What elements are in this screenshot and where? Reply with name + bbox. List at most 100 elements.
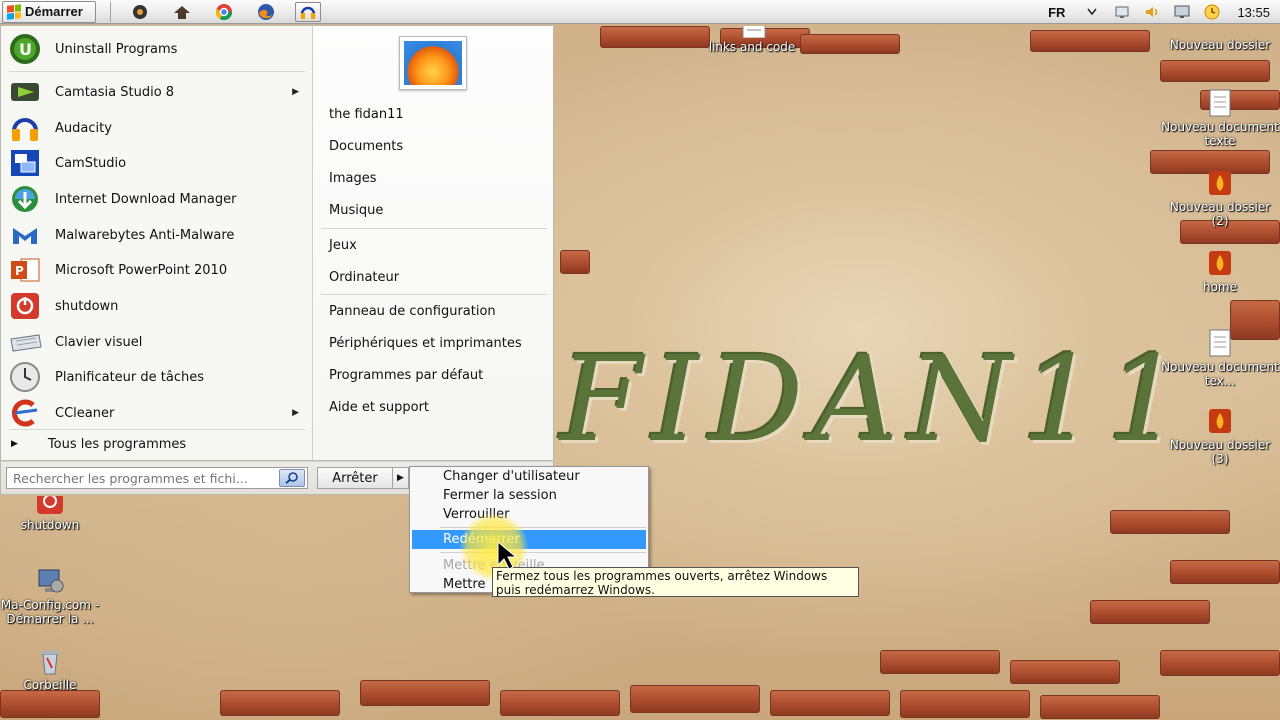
program-shutdown[interactable]: shutdown: [5, 289, 307, 323]
program-label: CamStudio: [55, 155, 127, 171]
keyboard-icon: [5, 325, 45, 359]
program-ccleaner[interactable]: CCleaner ▶: [5, 396, 307, 430]
desktop-icon-nouveau-dossier[interactable]: Nouveau dossier: [1160, 26, 1280, 52]
menu-item-verrouiller[interactable]: Verrouiller: [412, 505, 646, 524]
desktop-icon-label: Nouveau dossier: [1169, 38, 1271, 52]
program-label: shutdown: [55, 298, 119, 314]
menu-divider: [9, 429, 305, 430]
start-menu: U Uninstall Programs Camtasia Studio 8 ▶…: [0, 25, 554, 495]
tooltip: Fermez tous les programmes ouverts, arrê…: [492, 567, 859, 597]
desktop-icon-nouveau-dossier-2[interactable]: Nouveau dossier (2): [1160, 168, 1280, 228]
network-icon[interactable]: [1113, 4, 1131, 20]
desktop-icon-label: Nouveau dossier (3): [1169, 438, 1271, 466]
program-camstudio[interactable]: CamStudio: [5, 146, 307, 180]
link-musique[interactable]: Musique: [329, 203, 383, 218]
link-images[interactable]: Images: [329, 171, 377, 186]
program-idm[interactable]: Internet Download Manager: [5, 182, 307, 216]
flower-image: [404, 41, 462, 85]
program-label: CCleaner: [55, 405, 115, 421]
clock-tray-icon[interactable]: [1203, 4, 1221, 20]
desktop-icon-nouveau-document-texte[interactable]: Nouveau document texte: [1160, 88, 1280, 148]
program-label: Camtasia Studio 8: [55, 84, 175, 100]
link-ordinateur[interactable]: Ordinateur: [329, 270, 399, 285]
audacity-taskbar-button[interactable]: [294, 1, 321, 22]
desktop-icon-label: shutdown: [20, 518, 80, 532]
link-jeux[interactable]: Jeux: [329, 238, 357, 253]
shutdown-options-arrow-icon[interactable]: ▶: [393, 467, 409, 489]
program-planificateur[interactable]: Planificateur de tâches: [5, 360, 307, 394]
chevron-down-icon[interactable]: [1083, 4, 1101, 20]
program-camtasia[interactable]: Camtasia Studio 8 ▶: [5, 75, 307, 109]
menu-divider: [321, 228, 547, 229]
program-label: Internet Download Manager: [55, 191, 237, 207]
power-icon: [33, 496, 67, 516]
program-malwarebytes[interactable]: Malwarebytes Anti-Malware: [5, 218, 307, 252]
monitor-icon[interactable]: [1173, 4, 1191, 20]
menu-divider: [321, 294, 547, 295]
shutdown-button[interactable]: Arrêter: [317, 467, 393, 489]
link-peripheriques[interactable]: Périphériques et imprimantes: [329, 336, 522, 351]
menu-item-changer-utilisateur[interactable]: Changer d'utilisateur: [412, 467, 646, 486]
camtasia-icon: [5, 75, 45, 109]
wallpaper-title: FIDAN11: [560, 330, 1192, 468]
search-icon[interactable]: [279, 469, 305, 487]
program-clavier-visuel[interactable]: Clavier visuel: [5, 325, 307, 359]
malwarebytes-icon: [5, 218, 45, 252]
start-button[interactable]: Démarrer: [2, 0, 96, 23]
flame-folder-icon: [1203, 248, 1237, 278]
program-audacity[interactable]: Audacity: [5, 111, 307, 145]
program-label: Planificateur de tâches: [55, 369, 204, 385]
tooltip-line: Fermez tous les programmes ouverts, arrê…: [496, 569, 828, 583]
folder-icon: [1203, 26, 1237, 36]
document-icon: [735, 26, 769, 38]
volume-icon[interactable]: [1143, 4, 1161, 20]
camstudio-icon: [5, 146, 45, 180]
language-indicator[interactable]: FR: [1048, 5, 1065, 20]
desktop-icon-nouveau-document-texte-2[interactable]: Nouveau document tex...: [1160, 328, 1280, 388]
link-aide-support[interactable]: Aide et support: [329, 400, 429, 415]
all-programs-button[interactable]: ▶ Tous les programmes: [5, 431, 307, 457]
desktop-icon-label: Nouveau document texte: [1161, 120, 1279, 148]
submenu-arrow-icon: ▶: [292, 408, 299, 418]
search-box[interactable]: [6, 467, 308, 489]
user-picture[interactable]: [399, 36, 467, 90]
audacity-icon: [300, 6, 316, 19]
tooltip-line: puis redémarrez Windows.: [496, 583, 655, 597]
menu-item-fermer-session[interactable]: Fermer la session: [412, 486, 646, 505]
search-input[interactable]: [13, 470, 273, 486]
powerpoint-icon: P: [5, 253, 45, 287]
media-icon[interactable]: [127, 2, 153, 22]
desktop-icon-ma-config[interactable]: Ma-Config.com - Démarrer la ...: [0, 566, 110, 626]
audacity-icon: [5, 111, 45, 145]
explorer-icon[interactable]: [169, 2, 195, 22]
start-label: Démarrer: [25, 4, 83, 19]
program-powerpoint[interactable]: P Microsoft PowerPoint 2010: [5, 253, 307, 287]
svg-text:P: P: [15, 264, 24, 278]
link-panneau-configuration[interactable]: Panneau de configuration: [329, 304, 496, 319]
desktop-icon-corbeille[interactable]: Corbeille: [0, 646, 110, 692]
link-programmes-defaut[interactable]: Programmes par défaut: [329, 368, 483, 383]
flame-folder-icon: [1203, 168, 1237, 198]
svg-text:U: U: [19, 40, 32, 59]
link-user-folder[interactable]: the fidan11: [329, 107, 404, 122]
uninstall-icon: U: [5, 32, 45, 66]
menu-item-redemarrer[interactable]: Redémarrer: [412, 530, 646, 549]
firefox-icon[interactable]: [253, 2, 279, 22]
program-uninstall-programs[interactable]: U Uninstall Programs: [5, 32, 307, 66]
desktop-icon-label: Corbeille: [23, 678, 77, 692]
desktop-icon-label: home: [1202, 280, 1238, 294]
desktop-icon-links-and-code[interactable]: links and code: [692, 26, 812, 54]
desktop-icon-label: links and code: [708, 40, 796, 54]
desktop-icon-label: Ma-Config.com - Démarrer la ...: [0, 598, 100, 626]
computer-config-icon: [33, 566, 67, 596]
taskbar-separator: [109, 1, 111, 22]
desktop-icon-shutdown[interactable]: shutdown: [0, 496, 110, 532]
ccleaner-icon: [5, 396, 45, 430]
clock[interactable]: 13:55: [1237, 5, 1270, 20]
desktop-icon-nouveau-dossier-3[interactable]: Nouveau dossier (3): [1160, 406, 1280, 466]
menu-divider: [9, 71, 305, 72]
desktop-icon-home[interactable]: home: [1160, 248, 1280, 294]
chrome-icon[interactable]: [211, 2, 237, 22]
program-label: Malwarebytes Anti-Malware: [55, 227, 235, 243]
link-documents[interactable]: Documents: [329, 139, 403, 154]
